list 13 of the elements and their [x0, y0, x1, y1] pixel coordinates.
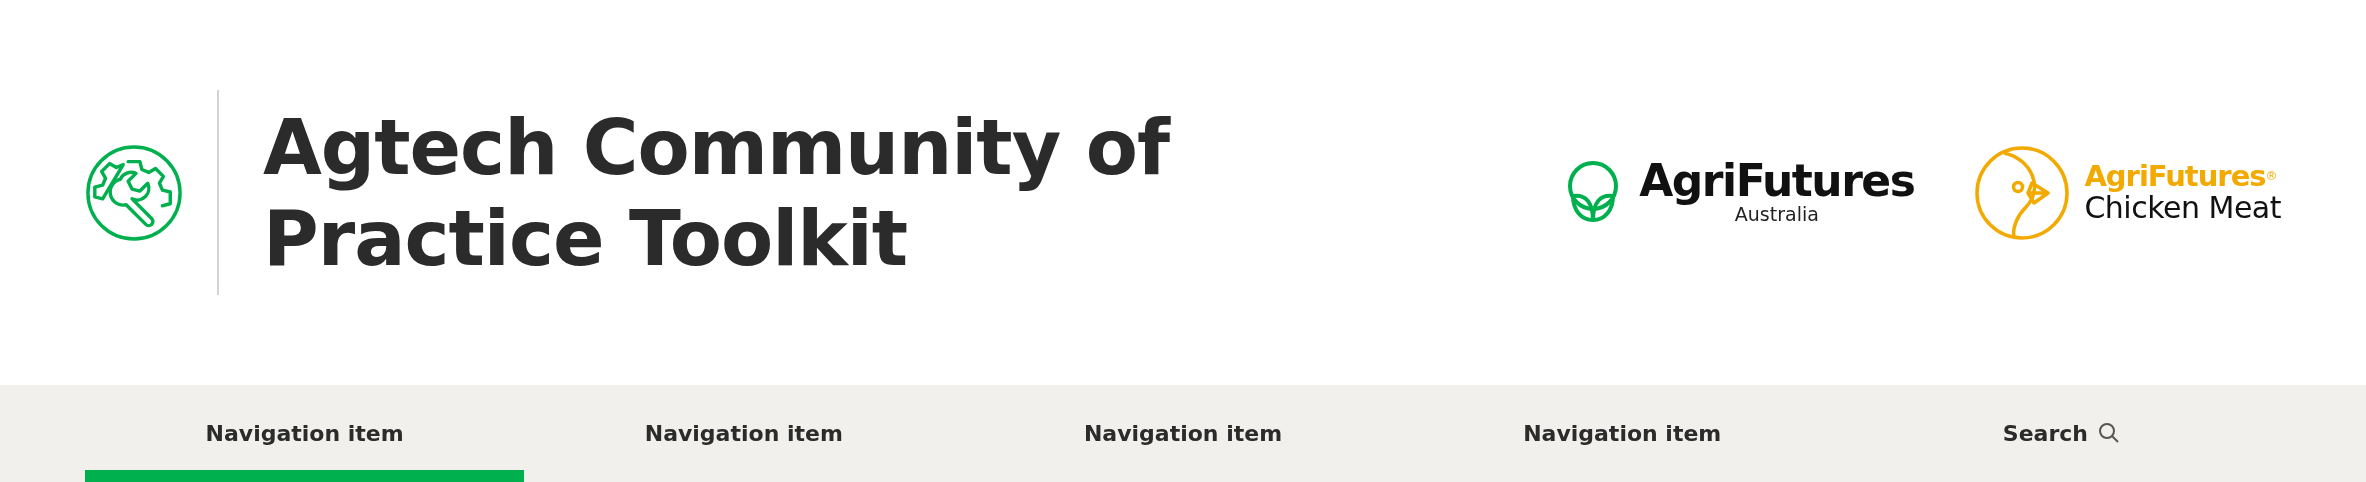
gear-wrench-icon: [85, 143, 183, 242]
nav-tab[interactable]: Navigation item: [524, 385, 964, 482]
search-button[interactable]: Search: [1841, 385, 2281, 482]
logo-subtitle: Chicken Meat: [2084, 191, 2281, 225]
logo-wordmark: AgriFutures$^{®}$: [2084, 160, 2278, 192]
search-icon: [2098, 422, 2120, 444]
nav-tab[interactable]: Navigation item: [1402, 385, 1842, 482]
nav-tab[interactable]: Navigation item: [963, 385, 1403, 482]
logo-subtitle: Australia: [1734, 203, 1819, 226]
logo-wordmark: AgriFutures: [1639, 159, 1915, 204]
bird-circle-icon: [1974, 144, 2071, 241]
nav-tab[interactable]: Navigation item: [85, 385, 525, 482]
page-title: Agtech Community of Practice Toolkit: [263, 101, 1169, 284]
